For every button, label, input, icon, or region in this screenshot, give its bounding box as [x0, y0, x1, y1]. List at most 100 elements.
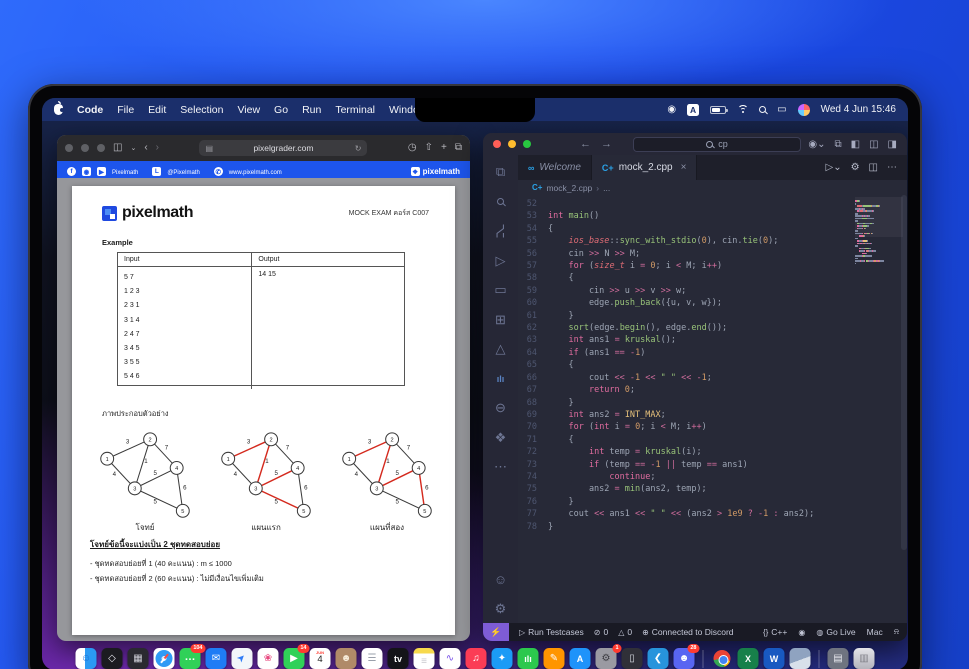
- more-actions-icon[interactable]: ⋯: [887, 162, 897, 173]
- dock-safari[interactable]: [154, 648, 175, 669]
- apple-menu-icon[interactable]: [54, 104, 63, 115]
- menu-clock[interactable]: Wed 4 Jun 15:46: [821, 104, 896, 115]
- back-icon[interactable]: ‹: [144, 143, 147, 153]
- dock-freeform[interactable]: ∿: [440, 648, 461, 669]
- toggle-sidebar-icon[interactable]: ◧: [851, 139, 860, 150]
- dock-finder[interactable]: ☺: [76, 648, 97, 669]
- battery-icon[interactable]: [710, 106, 726, 114]
- database-icon[interactable]: ⊖: [492, 400, 510, 416]
- breadcrumb[interactable]: C+ mock_2.cpp › ...: [518, 180, 907, 195]
- facebook-icon[interactable]: f: [67, 167, 76, 176]
- dock-word[interactable]: W: [764, 648, 785, 669]
- dock-music[interactable]: ♫: [466, 648, 487, 669]
- more-icon[interactable]: ⋯: [492, 459, 510, 475]
- dock-vscode[interactable]: ❮: [648, 648, 669, 669]
- dock-maps[interactable]: ➤: [232, 648, 253, 669]
- instagram-icon[interactable]: ◉: [82, 167, 91, 176]
- dock-discord[interactable]: ☻28: [674, 648, 695, 669]
- tab-welcome[interactable]: ∞ Welcome: [518, 155, 592, 180]
- command-search-bar[interactable]: cp: [633, 137, 801, 152]
- menu-view[interactable]: View: [237, 104, 260, 116]
- forward-icon[interactable]: ›: [156, 143, 159, 153]
- share-icon[interactable]: ⇧: [425, 143, 433, 153]
- copilot-icon[interactable]: ◉⌄: [808, 139, 825, 150]
- status-mac-profile[interactable]: Mac: [867, 627, 883, 637]
- settings-gear-icon[interactable]: ⚙: [492, 601, 510, 617]
- input-source-icon[interactable]: A: [687, 104, 699, 116]
- tab-overview-icon[interactable]: ⧉: [455, 143, 462, 153]
- wifi-icon[interactable]: [737, 105, 748, 114]
- toggle-panel-icon[interactable]: ◫: [869, 139, 878, 150]
- extensions-icon[interactable]: ⊞: [492, 312, 510, 328]
- dock-photos[interactable]: ❀: [258, 648, 279, 669]
- dock-game-cube[interactable]: ◇: [102, 648, 123, 669]
- dock-calendar[interactable]: JUN4: [310, 648, 331, 669]
- layers-icon[interactable]: ❖: [492, 430, 510, 446]
- dock-chrome[interactable]: [712, 648, 733, 669]
- dock-keynote[interactable]: ✦: [492, 648, 513, 669]
- dock-pages[interactable]: ✎: [544, 648, 565, 669]
- minimize-button[interactable]: [81, 144, 89, 152]
- address-bar[interactable]: ▤ pixelgrader.com ↻: [199, 140, 367, 156]
- source-control-icon[interactable]: ⌥: [492, 223, 510, 239]
- chevron-down-icon[interactable]: ⌄: [130, 145, 136, 152]
- close-tab-icon[interactable]: ×: [681, 162, 687, 173]
- dock-trash[interactable]: ▥: [854, 648, 875, 669]
- dock-iphone-mirroring[interactable]: ▯: [622, 648, 643, 669]
- dock-excel[interactable]: X: [738, 648, 759, 669]
- dock-downloads-stack[interactable]: ▤: [828, 648, 849, 669]
- status-go-live[interactable]: ◍Go Live: [816, 627, 855, 637]
- zoom-button[interactable]: [97, 144, 105, 152]
- dock-mail[interactable]: ✉: [206, 648, 227, 669]
- customize-layout-icon[interactable]: ⧉: [835, 139, 842, 150]
- back-icon[interactable]: ←: [580, 138, 591, 150]
- forward-icon[interactable]: →: [601, 138, 612, 150]
- dock-apple-tv[interactable]: tv: [388, 648, 409, 669]
- dock-facetime[interactable]: ▶14: [284, 648, 305, 669]
- siri-icon[interactable]: [798, 104, 810, 116]
- settings-gear-icon[interactable]: ⚙: [851, 162, 860, 173]
- dock-messages[interactable]: …104: [180, 648, 201, 669]
- dock-system-settings[interactable]: ⚙1: [596, 648, 617, 669]
- dock-reminders[interactable]: ☰: [362, 648, 383, 669]
- run-debug-icon[interactable]: ▷: [492, 253, 510, 269]
- menu-go[interactable]: Go: [274, 104, 288, 116]
- close-button[interactable]: [493, 140, 501, 148]
- sidebar-icon[interactable]: ◫: [113, 143, 122, 153]
- status-warnings[interactable]: △0: [618, 627, 632, 637]
- new-tab-icon[interactable]: +: [441, 143, 447, 153]
- menu-file[interactable]: File: [117, 104, 134, 116]
- status-errors[interactable]: ⊘0: [594, 627, 608, 637]
- reload-icon[interactable]: ↻: [355, 144, 362, 153]
- line-icon[interactable]: L: [152, 167, 161, 176]
- dock-minimized-window[interactable]: [790, 648, 811, 669]
- menu-selection[interactable]: Selection: [180, 104, 223, 116]
- menu-edit[interactable]: Edit: [148, 104, 166, 116]
- globe-icon[interactable]: ✆: [214, 167, 223, 176]
- downloads-icon[interactable]: ◷: [408, 143, 417, 153]
- scrollbar[interactable]: [901, 195, 907, 550]
- dock-contacts[interactable]: ☻: [336, 648, 357, 669]
- toggle-secondary-sidebar-icon[interactable]: ◨: [888, 139, 897, 150]
- search-icon[interactable]: [492, 194, 510, 210]
- dock-notes[interactable]: ≡: [414, 648, 435, 669]
- spotlight-icon[interactable]: [759, 106, 766, 113]
- screen-record-icon[interactable]: ◉: [667, 105, 676, 115]
- split-editor-icon[interactable]: ◫: [869, 162, 878, 173]
- status-language-mode[interactable]: {}C++: [763, 627, 787, 637]
- account-icon[interactable]: ☺: [492, 572, 510, 588]
- status-notifications[interactable]: ⍾: [894, 627, 899, 637]
- minimap[interactable]: [855, 198, 897, 265]
- menu-run[interactable]: Run: [302, 104, 321, 116]
- run-file-button[interactable]: ▷⌄: [826, 162, 842, 173]
- zoom-button[interactable]: [523, 140, 531, 148]
- status-copilot[interactable]: ◉: [798, 628, 805, 637]
- close-button[interactable]: [65, 144, 73, 152]
- control-center-icon[interactable]: ▭: [777, 105, 786, 115]
- youtube-icon[interactable]: ▶: [97, 167, 106, 176]
- minimize-button[interactable]: [508, 140, 516, 148]
- menu-terminal[interactable]: Terminal: [335, 104, 375, 116]
- status-run-testcases[interactable]: ▷Run Testcases: [519, 627, 584, 637]
- chart-icon[interactable]: ılı: [492, 371, 510, 387]
- dock-numbers[interactable]: ılı: [518, 648, 539, 669]
